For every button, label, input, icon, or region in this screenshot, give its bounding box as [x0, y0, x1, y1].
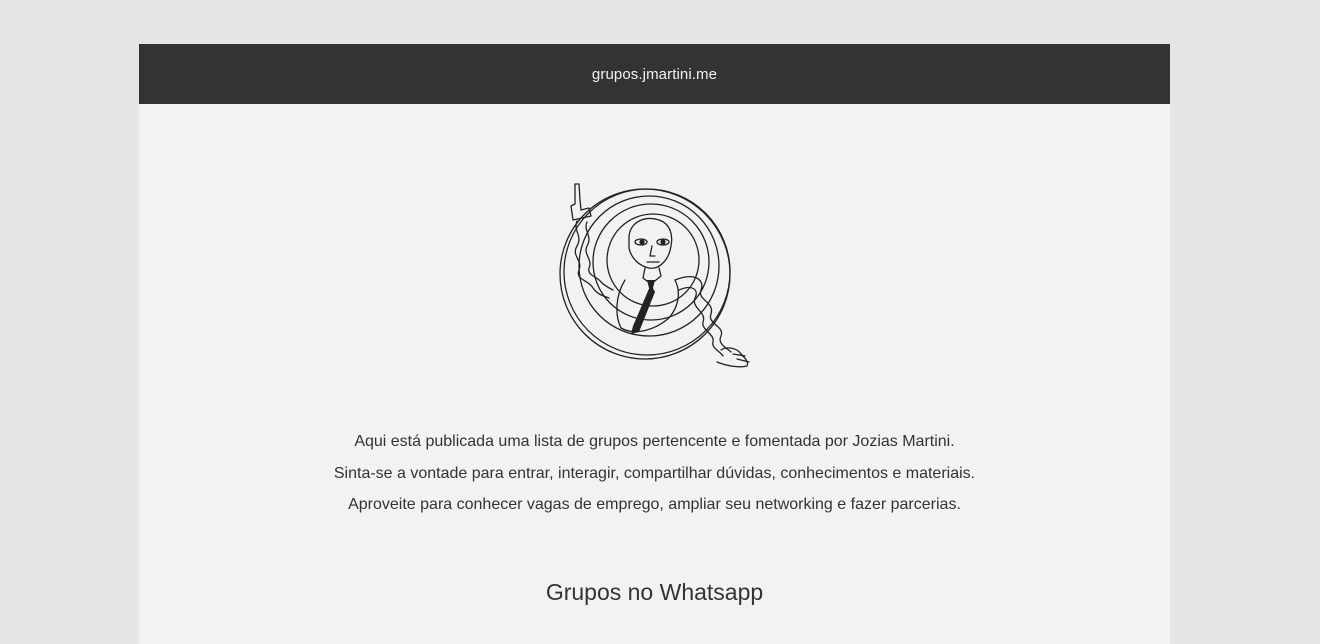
intro-line-1: Aqui está publicada uma lista de grupos … [354, 433, 955, 450]
intro-line-2: Sinta-se a vontade para entrar, interagi… [333, 464, 976, 482]
whatsapp-section-title: Grupos no Whatsapp [545, 578, 764, 605]
site-title-link[interactable]: grupos.jmartini.me [592, 66, 717, 83]
intro-text: Aqui está publicada uma lista de grupos … [139, 426, 1170, 521]
top-bar: grupos.jmartini.me [139, 44, 1170, 104]
page-container: grupos.jmartini.me Aqui está publicada u… [139, 44, 1170, 644]
hero-illustration [139, 176, 1170, 376]
intro-line-3: Aproveite para conhecer vagas de emprego… [348, 496, 961, 513]
man-with-tie-illustration [558, 183, 750, 368]
